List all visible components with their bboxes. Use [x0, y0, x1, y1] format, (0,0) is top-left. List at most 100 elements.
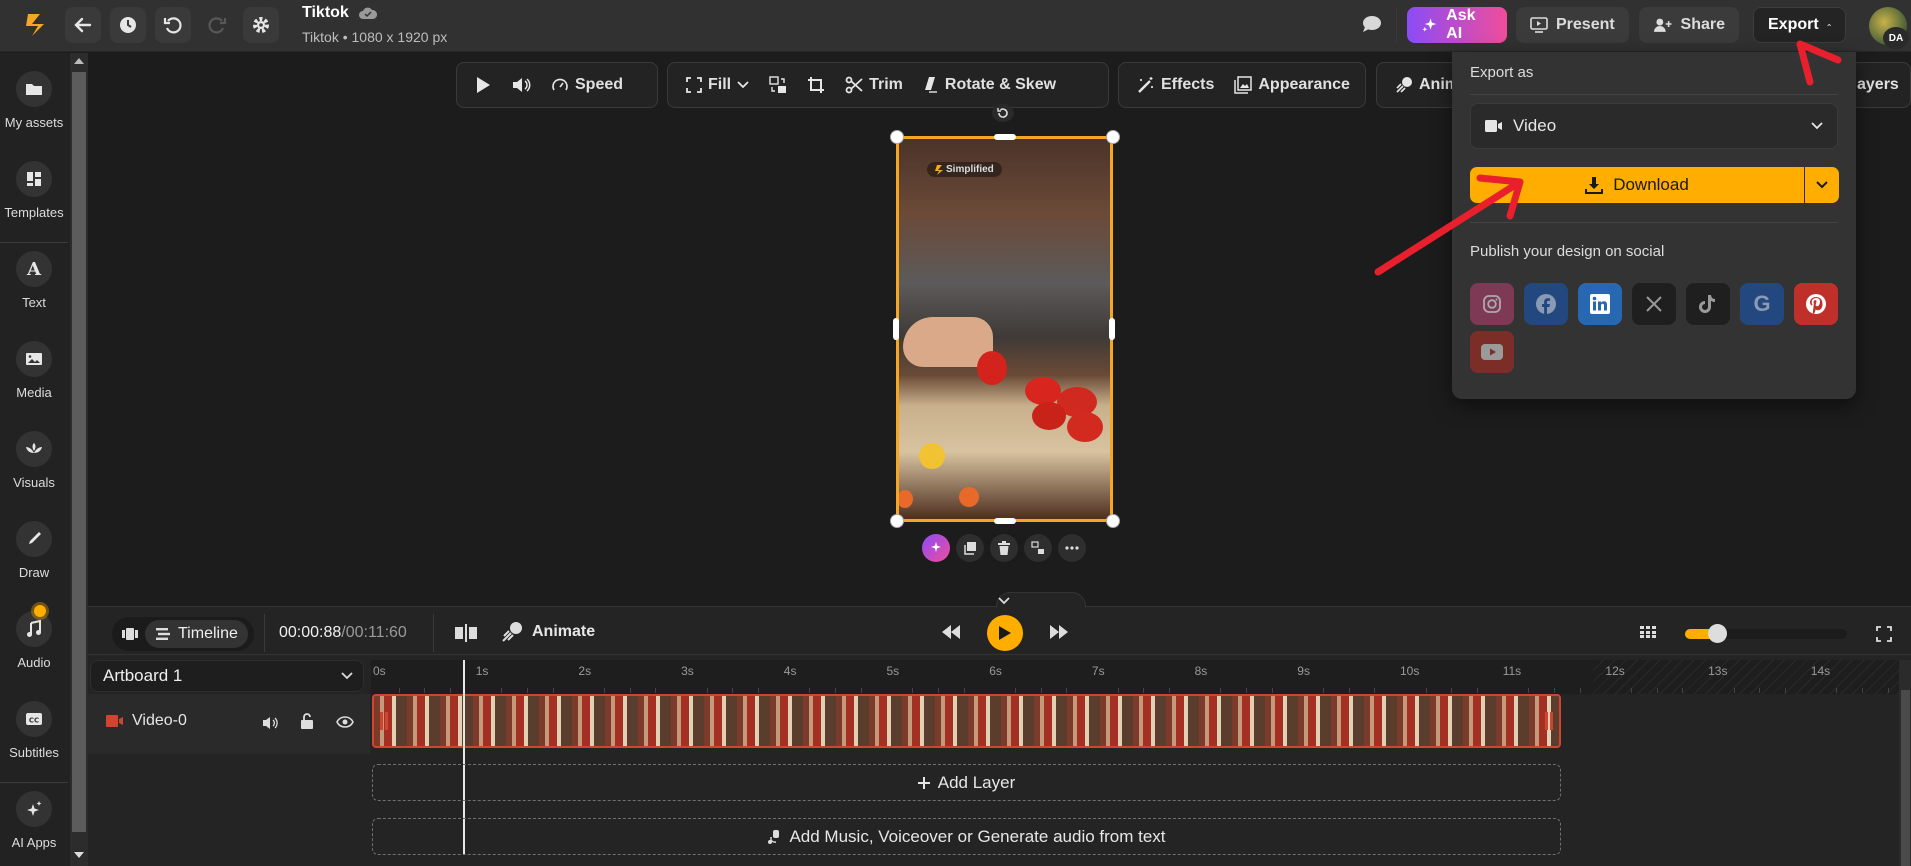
ruler-minor-tick	[1451, 688, 1453, 693]
share-button[interactable]: Share	[1639, 7, 1739, 43]
duplicate-button[interactable]	[956, 534, 984, 562]
sidebar-item-audio[interactable]: Audio	[0, 605, 68, 670]
resize-handle-bottom-left[interactable]	[890, 514, 904, 528]
timeline-animate-label: Animate	[532, 623, 596, 640]
chevron-down-icon[interactable]	[998, 597, 1010, 605]
sidebar-item-ai-apps[interactable]: AI Apps	[0, 791, 68, 850]
resize-handle-top-right[interactable]	[1106, 130, 1120, 144]
fullscreen-button[interactable]	[1876, 626, 1892, 642]
replace-image-icon	[1031, 541, 1044, 554]
download-button[interactable]: Download	[1470, 167, 1804, 203]
document-title[interactable]: Tiktok	[302, 4, 378, 22]
timeline-animate-button[interactable]: Animate	[500, 620, 595, 644]
replace-button[interactable]	[1024, 534, 1052, 562]
rotate-handle[interactable]	[992, 104, 1014, 122]
appearance-button[interactable]: Appearance	[1226, 67, 1358, 103]
ruler-minor-tick	[424, 688, 426, 693]
ask-ai-button[interactable]: Ask AI	[1407, 7, 1507, 43]
scroll-up-icon[interactable]	[74, 58, 84, 64]
delete-button[interactable]	[990, 534, 1018, 562]
facebook-button[interactable]	[1524, 283, 1568, 325]
sidebar-item-text[interactable]: A Text	[0, 251, 68, 310]
ruler-tick-label: 0s	[373, 664, 386, 678]
scenes-view-button[interactable]	[115, 627, 145, 641]
sidebar-item-my-assets[interactable]: My assets	[0, 71, 68, 130]
resize-handle-top[interactable]	[994, 134, 1016, 140]
scroll-down-icon[interactable]	[74, 852, 84, 858]
layer-row-video[interactable]: Video-0	[88, 694, 370, 754]
eye-icon	[336, 716, 354, 728]
video-clip[interactable]	[372, 694, 1561, 748]
simplified-logo-icon[interactable]	[22, 10, 50, 40]
volume-button[interactable]	[503, 67, 539, 103]
pinterest-button[interactable]	[1794, 283, 1838, 325]
youtube-button[interactable]	[1470, 331, 1514, 373]
ruler-minor-tick	[1759, 688, 1761, 693]
layers-button[interactable]: ayers	[1857, 67, 1899, 103]
cc-icon: CC	[16, 701, 52, 737]
ruler-minor-tick	[1271, 688, 1273, 693]
redo-button[interactable]	[199, 7, 235, 43]
add-audio-button[interactable]: Add Music, Voiceover or Generate audio f…	[372, 818, 1561, 855]
split-button[interactable]	[454, 624, 478, 642]
sidebar-item-media[interactable]: Media	[0, 341, 68, 400]
clip-trim-handle-right[interactable]	[1550, 712, 1553, 730]
sidebar-item-visuals[interactable]: Visuals	[0, 431, 68, 490]
rewind-button[interactable]	[940, 624, 962, 640]
add-layer-button[interactable]: Add Layer	[372, 764, 1561, 801]
ruler-minor-tick	[1374, 688, 1376, 693]
fast-forward-button[interactable]	[1048, 624, 1070, 640]
clip-trim-handle-left[interactable]	[385, 712, 388, 730]
replace-media-button[interactable]	[761, 67, 795, 103]
export-button[interactable]: Export	[1753, 7, 1846, 43]
instagram-button[interactable]	[1470, 283, 1514, 325]
more-options-button[interactable]	[1058, 534, 1086, 562]
ai-magic-button[interactable]	[922, 534, 950, 562]
ruler-minor-tick	[1066, 688, 1068, 693]
x-button[interactable]	[1632, 283, 1676, 325]
resize-handle-left[interactable]	[893, 318, 899, 340]
layer-mute-button[interactable]	[262, 716, 280, 730]
present-button[interactable]: Present	[1516, 7, 1629, 43]
trash-icon	[998, 541, 1010, 555]
speed-button[interactable]: Speed	[543, 67, 631, 103]
linkedin-button[interactable]	[1578, 283, 1622, 325]
resize-handle-bottom-right[interactable]	[1106, 514, 1120, 528]
sidebar-item-draw[interactable]: Draw	[0, 521, 68, 580]
play-button[interactable]	[467, 67, 499, 103]
rotate-skew-button[interactable]: Rotate & Skew	[915, 67, 1064, 103]
resize-handle-bottom[interactable]	[994, 518, 1016, 524]
timeline-view-button[interactable]: Timeline	[145, 620, 248, 648]
sidebar-item-templates[interactable]: Templates	[0, 161, 68, 220]
undo-button[interactable]	[155, 7, 191, 43]
google-button[interactable]: G	[1740, 283, 1784, 325]
timeline-scrollbar-thumb[interactable]	[1901, 690, 1910, 866]
export-format-select[interactable]: Video	[1470, 103, 1838, 149]
export-format-value: Video	[1513, 116, 1557, 135]
share-label: Share	[1680, 16, 1725, 33]
back-button[interactable]	[65, 7, 101, 43]
effects-button[interactable]: Effects	[1129, 67, 1222, 103]
layer-lock-button[interactable]	[300, 713, 314, 729]
clip-trim-handle-right[interactable]	[1545, 712, 1548, 730]
fill-dropdown[interactable]: Fill	[678, 67, 757, 103]
add-layer-label: Add Layer	[937, 772, 1016, 792]
download-options-button[interactable]	[1804, 167, 1839, 203]
ruler-minor-tick	[937, 688, 939, 693]
timeline-play-button[interactable]	[987, 615, 1023, 651]
artboard-selector[interactable]: Artboard 1	[90, 660, 364, 692]
resize-handle-top-left[interactable]	[890, 130, 904, 144]
clip-trim-handle-left[interactable]	[380, 712, 383, 730]
history-button[interactable]	[110, 7, 146, 43]
layer-visibility-button[interactable]	[336, 716, 354, 728]
comments-button[interactable]	[1360, 14, 1382, 34]
crop-button[interactable]	[799, 67, 833, 103]
sidebar-scrollbar-thumb[interactable]	[72, 72, 86, 832]
trim-button[interactable]: Trim	[837, 67, 911, 103]
tiktok-button[interactable]	[1686, 283, 1730, 325]
ruler-minor-tick	[1656, 688, 1658, 693]
grid-view-button[interactable]	[1640, 626, 1656, 638]
settings-button[interactable]	[243, 7, 279, 43]
resize-handle-right[interactable]	[1109, 318, 1115, 340]
sidebar-item-subtitles[interactable]: CC Subtitles	[0, 701, 68, 760]
